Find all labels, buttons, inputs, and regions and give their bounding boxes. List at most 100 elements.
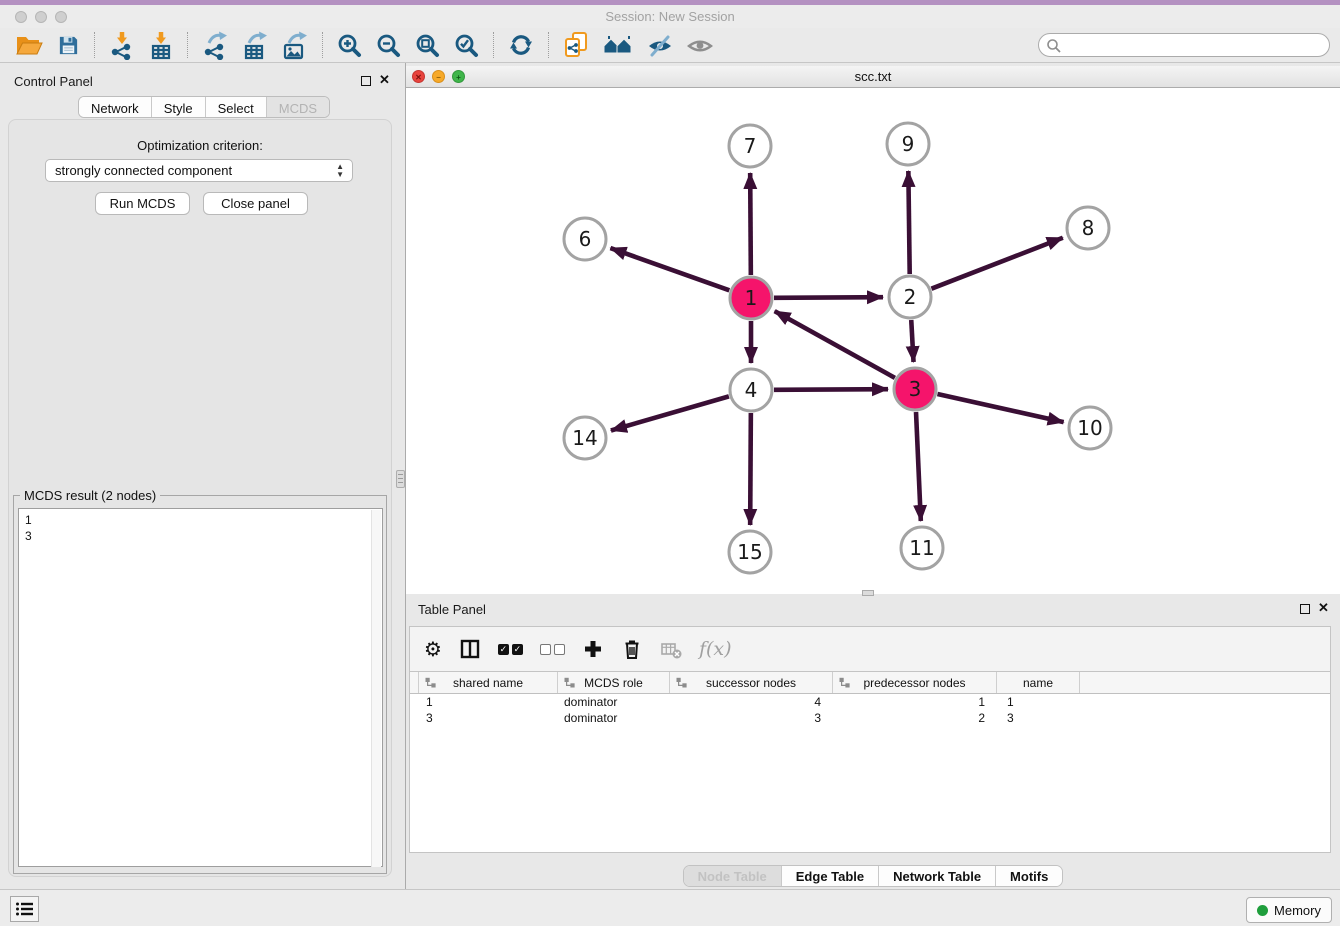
application-window: Session: New Session <box>0 0 1340 926</box>
float-panel-icon[interactable] <box>361 76 371 86</box>
graph-edge-4-14[interactable] <box>611 396 729 430</box>
tab-network-table[interactable]: Network Table <box>879 866 996 886</box>
table-settings-button[interactable]: ⚙ <box>424 634 442 664</box>
row-stub <box>410 672 419 693</box>
graph-edge-2-8[interactable] <box>931 238 1062 289</box>
mcds-result-textarea[interactable]: 1 3 <box>18 508 383 867</box>
node-table-container: ⚙ ✓✓ f(x <box>409 626 1331 853</box>
save-session-button[interactable] <box>50 28 87 62</box>
graph-edge-1-7[interactable] <box>750 173 751 275</box>
delete-table-button[interactable] <box>660 634 682 664</box>
search-input[interactable] <box>1065 35 1321 55</box>
cell-shared-name: 1 <box>419 694 558 710</box>
graph-node-label-7: 7 <box>744 134 757 158</box>
float-panel-icon[interactable] <box>1300 604 1310 614</box>
close-panel-icon[interactable]: ✕ <box>379 72 390 88</box>
graph-edge-3-10[interactable] <box>937 394 1063 422</box>
graph-edge-3-1[interactable] <box>775 311 895 378</box>
graph-edge-2-3[interactable] <box>911 320 913 362</box>
export-network-button[interactable] <box>195 28 235 62</box>
result-scrollbar[interactable] <box>371 510 381 867</box>
workspace: Control Panel ✕ Network Style Select MCD… <box>0 63 1340 889</box>
tab-mcds[interactable]: MCDS <box>267 97 329 118</box>
run-mcds-button[interactable]: Run MCDS <box>95 192 190 215</box>
export-table-button[interactable] <box>235 28 275 62</box>
tab-network[interactable]: Network <box>79 97 152 118</box>
graph-node-label-10: 10 <box>1077 416 1102 440</box>
hide-graphics-details-button[interactable] <box>640 28 680 62</box>
cell-name: 3 <box>997 710 1080 726</box>
zoom-out-icon <box>376 33 401 58</box>
zoom-in-icon <box>337 33 362 58</box>
graph-edge-4-3[interactable] <box>774 389 888 390</box>
show-graphics-details-button[interactable] <box>680 28 720 62</box>
graph-edge-4-15[interactable] <box>750 413 751 525</box>
column-type-icon <box>676 677 687 688</box>
delete-column-button[interactable] <box>621 634 643 664</box>
network-canvas[interactable]: 1234678910111415 <box>406 88 1340 594</box>
zoom-selected-icon <box>454 33 479 58</box>
tab-style[interactable]: Style <box>152 97 206 118</box>
window-title: Session: New Session <box>0 9 1340 24</box>
import-table-button[interactable] <box>141 28 180 62</box>
column-header-mcds-role[interactable]: MCDS role <box>558 672 670 693</box>
graph-node-label-3: 3 <box>909 377 922 401</box>
eye-icon <box>687 33 713 58</box>
tab-motifs[interactable]: Motifs <box>996 866 1062 886</box>
divider-grip[interactable] <box>396 470 405 488</box>
graph-node-label-14: 14 <box>572 426 597 450</box>
fit-content-button[interactable] <box>408 28 447 62</box>
task-history-button[interactable] <box>10 896 39 922</box>
select-all-columns-button[interactable]: ✓✓ <box>498 634 523 664</box>
criterion-value: strongly connected component <box>55 163 232 178</box>
tab-select[interactable]: Select <box>206 97 267 118</box>
graph-edge-1-2[interactable] <box>774 297 883 298</box>
zoom-out-button[interactable] <box>369 28 408 62</box>
unchecked-boxes-icon <box>540 644 565 655</box>
home-layout-button[interactable] <box>596 28 640 62</box>
criterion-dropdown[interactable]: strongly connected component ▲▼ <box>45 159 353 182</box>
control-panel-tabs: Network Style Select MCDS <box>78 96 330 118</box>
window-titlebar: Session: New Session <box>0 5 1340 28</box>
table-panel-title: Table Panel <box>418 602 486 617</box>
zoom-selected-button[interactable] <box>447 28 486 62</box>
memory-button[interactable]: Memory <box>1246 897 1332 923</box>
tab-node-table[interactable]: Node Table <box>684 866 782 886</box>
refresh-icon <box>508 32 534 58</box>
zoom-in-button[interactable] <box>330 28 369 62</box>
close-panel-button[interactable]: Close panel <box>203 192 308 215</box>
table-panel-tabs: Node Table Edge Table Network Table Moti… <box>406 865 1340 888</box>
column-header-successor-nodes[interactable]: successor nodes <box>670 672 833 693</box>
cell-successor-nodes: 4 <box>670 694 833 710</box>
function-builder-button[interactable]: f(x) <box>699 634 732 664</box>
import-network-button[interactable] <box>102 28 141 62</box>
main-toolbar <box>0 28 1340 63</box>
plus-icon <box>582 638 604 660</box>
add-column-button[interactable] <box>582 634 604 664</box>
table-row[interactable]: 1 dominator 4 1 1 <box>410 694 1330 710</box>
column-header-predecessor-nodes[interactable]: predecessor nodes <box>833 672 997 693</box>
close-panel-icon[interactable]: ✕ <box>1318 600 1329 616</box>
graph-edge-3-11[interactable] <box>916 412 921 521</box>
table-row[interactable]: 3 dominator 3 2 3 <box>410 710 1330 726</box>
toolbar-separator <box>187 32 188 58</box>
cell-successor-nodes: 3 <box>670 710 833 726</box>
function-icon: f(x) <box>699 638 732 660</box>
open-session-button[interactable] <box>8 28 50 62</box>
network-graph-svg: 1234678910111415 <box>406 88 1340 594</box>
column-header-name[interactable]: name <box>997 672 1080 693</box>
graph-edge-2-9[interactable] <box>908 171 909 274</box>
show-column-panel-button[interactable] <box>459 634 481 664</box>
clone-network-button[interactable] <box>556 28 596 62</box>
tab-edge-table[interactable]: Edge Table <box>782 866 879 886</box>
export-image-button[interactable] <box>275 28 315 62</box>
graph-edge-1-6[interactable] <box>610 248 729 290</box>
result-line: 1 <box>25 512 376 528</box>
result-line: 3 <box>25 528 376 544</box>
network-window-titlebar[interactable]: ✕ − + scc.txt <box>406 66 1340 88</box>
column-header-shared-name[interactable]: shared name <box>419 672 558 693</box>
trash-icon <box>621 637 643 661</box>
unselect-all-columns-button[interactable] <box>540 634 565 664</box>
refresh-view-button[interactable] <box>501 28 541 62</box>
graph-node-label-8: 8 <box>1082 216 1095 240</box>
